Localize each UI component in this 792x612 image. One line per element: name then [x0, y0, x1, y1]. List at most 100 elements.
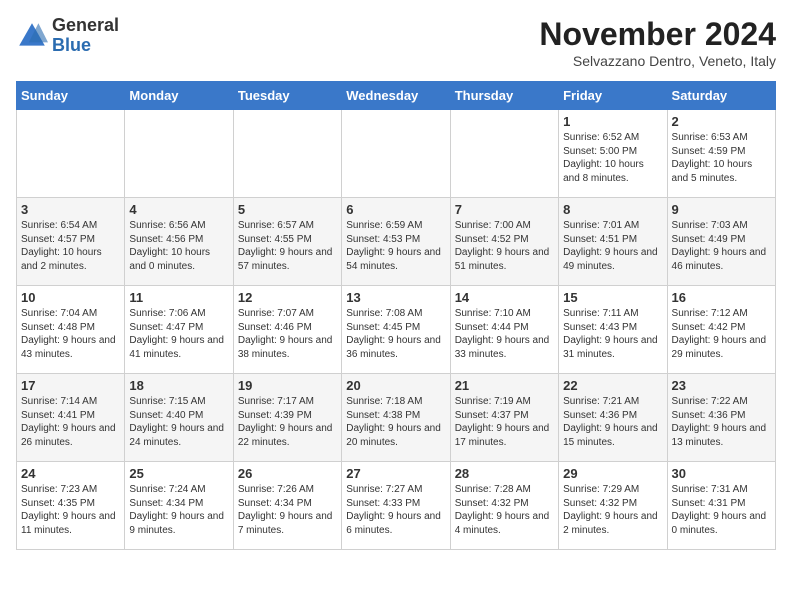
calendar-week-3: 10Sunrise: 7:04 AM Sunset: 4:48 PM Dayli…: [17, 286, 776, 374]
calendar-cell: [233, 110, 341, 198]
day-number: 25: [129, 466, 228, 481]
day-number: 17: [21, 378, 120, 393]
day-number: 1: [563, 114, 662, 129]
calendar-cell: 24 Sunrise: 7:23 AM Sunset: 4:35 PM Dayli…: [17, 462, 125, 550]
calendar-cell: 28 Sunrise: 7:28 AM Sunset: 4:32 PM Dayli…: [450, 462, 558, 550]
weekday-monday: Monday: [125, 82, 233, 110]
location-subtitle: Selvazzano Dentro, Veneto, Italy: [539, 53, 776, 69]
calendar-cell: [450, 110, 558, 198]
day-number: 26: [238, 466, 337, 481]
day-number: 29: [563, 466, 662, 481]
calendar-cell: 30Sunrise: 7:31 AM Sunset: 4:31 PM Dayli…: [667, 462, 775, 550]
day-number: 12: [238, 290, 337, 305]
day-info: Sunrise: 7:29 AM Sunset: 4:32 PM Dayligh…: [563, 483, 662, 537]
calendar-cell: 20 Sunrise: 7:18 AM Sunset: 4:38 PM Dayli…: [342, 374, 450, 462]
day-info: Sunrise: 7:18 AM Sunset: 4:38 PM Dayligh…: [346, 395, 445, 449]
day-info: Sunrise: 6:57 AM Sunset: 4:55 PM Dayligh…: [238, 219, 337, 273]
day-number: 6: [346, 202, 445, 217]
calendar-week-2: 3 Sunrise: 6:54 AM Sunset: 4:57 PM Daylig…: [17, 198, 776, 286]
day-number: 11: [129, 290, 228, 305]
calendar-cell: 9Sunrise: 7:03 AM Sunset: 4:49 PM Daylig…: [667, 198, 775, 286]
calendar-cell: 3 Sunrise: 6:54 AM Sunset: 4:57 PM Daylig…: [17, 198, 125, 286]
day-number: 20: [346, 378, 445, 393]
day-number: 23: [672, 378, 771, 393]
calendar-cell: 21Sunrise: 7:19 AM Sunset: 4:37 PM Dayli…: [450, 374, 558, 462]
day-number: 4: [129, 202, 228, 217]
calendar-cell: [125, 110, 233, 198]
weekday-saturday: Saturday: [667, 82, 775, 110]
calendar-cell: 22Sunrise: 7:21 AM Sunset: 4:36 PM Dayli…: [559, 374, 667, 462]
day-info: Sunrise: 7:00 AM Sunset: 4:52 PM Dayligh…: [455, 219, 554, 273]
calendar-cell: 11 Sunrise: 7:06 AM Sunset: 4:47 PM Dayli…: [125, 286, 233, 374]
day-info: Sunrise: 6:52 AM Sunset: 5:00 PM Dayligh…: [563, 131, 662, 185]
day-info: Sunrise: 7:26 AM Sunset: 4:34 PM Dayligh…: [238, 483, 337, 537]
day-info: Sunrise: 7:07 AM Sunset: 4:46 PM Dayligh…: [238, 307, 337, 361]
calendar-cell: 15 Sunrise: 7:11 AM Sunset: 4:43 PM Dayli…: [559, 286, 667, 374]
weekday-header-row: SundayMondayTuesdayWednesdayThursdayFrid…: [17, 82, 776, 110]
day-info: Sunrise: 7:27 AM Sunset: 4:33 PM Dayligh…: [346, 483, 445, 537]
calendar-cell: 10Sunrise: 7:04 AM Sunset: 4:48 PM Dayli…: [17, 286, 125, 374]
calendar-week-4: 17 Sunrise: 7:14 AM Sunset: 4:41 PM Dayli…: [17, 374, 776, 462]
day-number: 13: [346, 290, 445, 305]
day-info: Sunrise: 6:54 AM Sunset: 4:57 PM Dayligh…: [21, 219, 120, 273]
calendar-cell: 26 Sunrise: 7:26 AM Sunset: 4:34 PM Dayli…: [233, 462, 341, 550]
day-info: Sunrise: 6:59 AM Sunset: 4:53 PM Dayligh…: [346, 219, 445, 273]
day-info: Sunrise: 7:22 AM Sunset: 4:36 PM Dayligh…: [672, 395, 771, 449]
day-info: Sunrise: 7:21 AM Sunset: 4:36 PM Dayligh…: [563, 395, 662, 449]
day-number: 5: [238, 202, 337, 217]
logo-text: General Blue: [52, 16, 119, 56]
day-info: Sunrise: 7:11 AM Sunset: 4:43 PM Dayligh…: [563, 307, 662, 361]
title-block: November 2024 Selvazzano Dentro, Veneto,…: [539, 16, 776, 69]
calendar-cell: 12 Sunrise: 7:07 AM Sunset: 4:46 PM Dayli…: [233, 286, 341, 374]
day-info: Sunrise: 7:15 AM Sunset: 4:40 PM Dayligh…: [129, 395, 228, 449]
weekday-wednesday: Wednesday: [342, 82, 450, 110]
calendar-week-5: 24 Sunrise: 7:23 AM Sunset: 4:35 PM Dayli…: [17, 462, 776, 550]
day-number: 28: [455, 466, 554, 481]
day-number: 2: [672, 114, 771, 129]
day-number: 24: [21, 466, 120, 481]
calendar-cell: 5 Sunrise: 6:57 AM Sunset: 4:55 PM Daylig…: [233, 198, 341, 286]
calendar-cell: 23 Sunrise: 7:22 AM Sunset: 4:36 PM Dayli…: [667, 374, 775, 462]
day-info: Sunrise: 7:28 AM Sunset: 4:32 PM Dayligh…: [455, 483, 554, 537]
day-number: 10: [21, 290, 120, 305]
logo-icon: [16, 20, 48, 52]
day-info: Sunrise: 7:10 AM Sunset: 4:44 PM Dayligh…: [455, 307, 554, 361]
day-info: Sunrise: 7:08 AM Sunset: 4:45 PM Dayligh…: [346, 307, 445, 361]
logo: General Blue: [16, 16, 119, 56]
day-info: Sunrise: 7:17 AM Sunset: 4:39 PM Dayligh…: [238, 395, 337, 449]
day-number: 18: [129, 378, 228, 393]
day-number: 7: [455, 202, 554, 217]
day-number: 8: [563, 202, 662, 217]
day-info: Sunrise: 7:06 AM Sunset: 4:47 PM Dayligh…: [129, 307, 228, 361]
calendar-header: SundayMondayTuesdayWednesdayThursdayFrid…: [17, 82, 776, 110]
day-info: Sunrise: 7:31 AM Sunset: 4:31 PM Dayligh…: [672, 483, 771, 537]
calendar-body: 1 Sunrise: 6:52 AM Sunset: 5:00 PM Daylig…: [17, 110, 776, 550]
calendar-week-1: 1 Sunrise: 6:52 AM Sunset: 5:00 PM Daylig…: [17, 110, 776, 198]
day-number: 14: [455, 290, 554, 305]
calendar-cell: 14 Sunrise: 7:10 AM Sunset: 4:44 PM Dayli…: [450, 286, 558, 374]
day-info: Sunrise: 7:23 AM Sunset: 4:35 PM Dayligh…: [21, 483, 120, 537]
day-number: 16: [672, 290, 771, 305]
day-info: Sunrise: 6:53 AM Sunset: 4:59 PM Dayligh…: [672, 131, 771, 185]
weekday-tuesday: Tuesday: [233, 82, 341, 110]
calendar-cell: 13 Sunrise: 7:08 AM Sunset: 4:45 PM Dayli…: [342, 286, 450, 374]
calendar-table: SundayMondayTuesdayWednesdayThursdayFrid…: [16, 81, 776, 550]
month-title: November 2024: [539, 16, 776, 53]
calendar-cell: 2 Sunrise: 6:53 AM Sunset: 4:59 PM Daylig…: [667, 110, 775, 198]
day-number: 15: [563, 290, 662, 305]
weekday-sunday: Sunday: [17, 82, 125, 110]
day-number: 21: [455, 378, 554, 393]
calendar-cell: [342, 110, 450, 198]
page-header: General Blue November 2024 Selvazzano De…: [16, 16, 776, 69]
calendar-cell: 16 Sunrise: 7:12 AM Sunset: 4:42 PM Dayli…: [667, 286, 775, 374]
calendar-cell: 27Sunrise: 7:27 AM Sunset: 4:33 PM Dayli…: [342, 462, 450, 550]
calendar-cell: 18 Sunrise: 7:15 AM Sunset: 4:40 PM Dayli…: [125, 374, 233, 462]
day-info: Sunrise: 7:24 AM Sunset: 4:34 PM Dayligh…: [129, 483, 228, 537]
day-number: 3: [21, 202, 120, 217]
calendar-cell: 4Sunrise: 6:56 AM Sunset: 4:56 PM Daylig…: [125, 198, 233, 286]
weekday-thursday: Thursday: [450, 82, 558, 110]
calendar-cell: 1 Sunrise: 6:52 AM Sunset: 5:00 PM Daylig…: [559, 110, 667, 198]
day-info: Sunrise: 7:14 AM Sunset: 4:41 PM Dayligh…: [21, 395, 120, 449]
day-info: Sunrise: 7:12 AM Sunset: 4:42 PM Dayligh…: [672, 307, 771, 361]
calendar-cell: [17, 110, 125, 198]
